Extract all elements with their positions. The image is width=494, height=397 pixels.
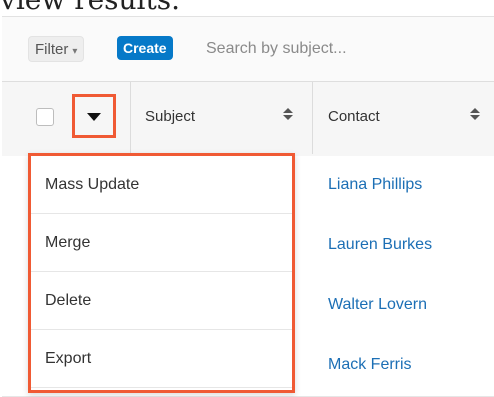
menu-item-mass-update[interactable]: Mass Update [31, 156, 292, 214]
column-header-contact[interactable]: Contact [328, 108, 380, 125]
menu-item-export[interactable]: Export [31, 330, 292, 388]
select-all-checkbox[interactable] [36, 108, 54, 126]
actions-menu: Mass Update Merge Delete Export [28, 153, 295, 393]
caret-down-icon [87, 113, 101, 121]
contact-link[interactable]: Walter Lovern [328, 296, 427, 314]
column-divider [312, 82, 313, 154]
menu-item-delete[interactable]: Delete [31, 272, 292, 330]
actions-dropdown-toggle[interactable] [72, 94, 116, 138]
contact-link[interactable]: Mack Ferris [328, 356, 412, 374]
sort-icon[interactable] [470, 108, 480, 122]
menu-item-merge[interactable]: Merge [31, 214, 292, 272]
search-input[interactable] [196, 36, 494, 62]
column-header-subject[interactable]: Subject [145, 108, 195, 125]
create-button[interactable]: Create [117, 36, 173, 60]
chevron-down-icon: ▾ [72, 46, 78, 57]
column-divider [130, 82, 131, 154]
sort-icon[interactable] [283, 108, 293, 122]
filter-label: Filter [35, 41, 69, 58]
contact-link[interactable]: Liana Phillips [328, 176, 422, 194]
filter-button[interactable]: Filter ▾ [28, 36, 85, 62]
contact-link[interactable]: Lauren Burkes [328, 236, 432, 254]
